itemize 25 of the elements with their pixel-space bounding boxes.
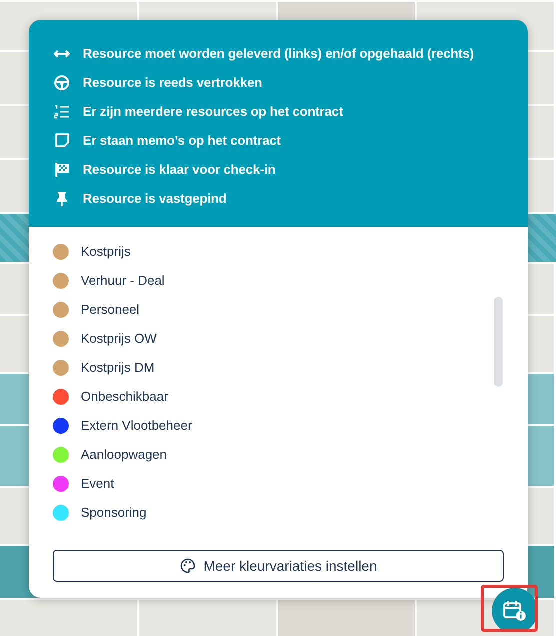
color-label: Personeel	[81, 302, 140, 317]
legend-text: Resource is vastgepind	[83, 191, 227, 206]
calendar-info-icon	[503, 600, 527, 622]
color-label: Aanloopwagen	[81, 447, 168, 462]
color-label: Kostprijs	[81, 244, 131, 259]
legend-text: Er zijn meerdere resources op het contract	[83, 104, 344, 119]
legend-text: Resource is reeds vertrokken	[83, 75, 262, 90]
color-label: Onbeschikbaar	[81, 389, 168, 404]
palette-icon	[180, 558, 196, 574]
numbered-list-icon	[53, 104, 71, 120]
scrollbar[interactable]	[494, 297, 503, 387]
color-label: Kostprijs OW	[81, 331, 157, 346]
double-arrow-icon	[53, 48, 71, 60]
legend-text: Resource moet worden geleverd (links) en/of opgehaald (rechts)	[83, 46, 474, 61]
color-label: Kostprijs DM	[81, 360, 155, 375]
color-label: Sponsoring	[81, 505, 147, 520]
legend-text: Resource is klaar voor check-in	[83, 162, 276, 177]
more-colors-button[interactable]: Meer kleurvariaties instellen	[53, 550, 504, 582]
note-icon	[53, 133, 71, 148]
color-label: Verhuur - Deal	[81, 273, 165, 288]
checkered-flag-icon	[53, 162, 71, 178]
legend-text: Er staan memo’s op het contract	[83, 133, 281, 148]
color-label: Extern Vlootbeheer	[81, 418, 192, 433]
steering-wheel-icon	[53, 74, 71, 90]
color-label: Event	[81, 476, 114, 491]
